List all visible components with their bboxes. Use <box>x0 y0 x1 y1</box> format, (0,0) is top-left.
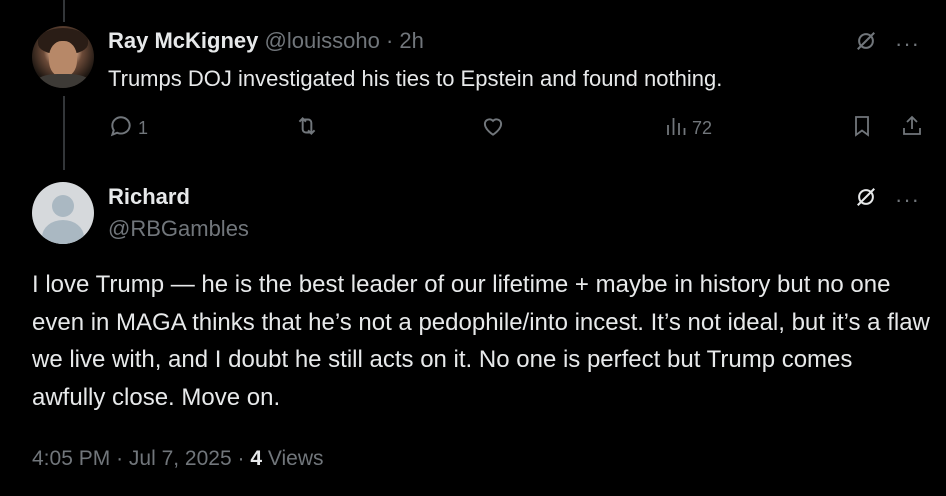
retweet-icon <box>294 113 320 144</box>
tweet-date[interactable]: Jul 7, 2025 <box>129 447 232 470</box>
like-icon <box>480 113 506 144</box>
tweet-actions: 1 72 <box>108 113 930 143</box>
author-handle[interactable]: @louissoho <box>265 28 380 53</box>
author-handle[interactable]: @RBGambles <box>108 216 249 242</box>
views-label: Views <box>267 447 324 470</box>
reply-icon <box>108 113 134 144</box>
views-button[interactable]: 72 <box>664 113 712 144</box>
share-icon <box>900 113 924 144</box>
more-icon[interactable]: ··· <box>895 32 920 55</box>
tweet-time[interactable]: 4:05 PM <box>32 447 110 470</box>
tweet-time[interactable]: 2h <box>399 28 423 53</box>
avatar[interactable] <box>32 26 94 88</box>
reply-count: 1 <box>138 118 149 138</box>
tweet-text: Trumps DOJ investigated his ties to Epst… <box>108 66 723 91</box>
bookmark-button[interactable] <box>850 113 874 144</box>
avatar-head <box>52 195 74 217</box>
separator: · <box>116 447 124 470</box>
bookmark-icon <box>850 113 874 144</box>
more-icon[interactable]: ··· <box>895 188 920 211</box>
grok-icon[interactable] <box>855 30 877 57</box>
separator: · <box>385 28 394 53</box>
grok-icon[interactable] <box>855 186 877 213</box>
thread-line <box>63 0 65 22</box>
separator: · <box>237 447 245 470</box>
reply-button[interactable]: 1 <box>108 113 148 144</box>
tweet-header: Ray McKigney @louissoho · 2h <box>108 28 424 54</box>
author-name[interactable]: Ray McKigney <box>108 28 258 53</box>
avatar-shirt <box>36 74 90 88</box>
like-button[interactable] <box>480 113 510 144</box>
avatar[interactable] <box>32 182 94 244</box>
share-button[interactable] <box>900 113 924 144</box>
views-count: 4 <box>250 447 263 470</box>
tweet-top-actions: ··· <box>855 30 920 57</box>
tweet-text: I love Trump — he is the best leader of … <box>32 271 930 411</box>
avatar-body <box>42 220 84 244</box>
author-name[interactable]: Richard <box>108 184 190 210</box>
retweet-button[interactable] <box>294 113 324 144</box>
views-icon <box>664 113 688 144</box>
tweet-meta: 4:05 PM · Jul 7, 2025 · 4 Views <box>32 447 324 471</box>
tweet-top-actions: ··· <box>855 186 920 213</box>
view-count: 72 <box>692 118 713 138</box>
avatar-face <box>49 41 77 77</box>
thread-line <box>63 96 65 170</box>
